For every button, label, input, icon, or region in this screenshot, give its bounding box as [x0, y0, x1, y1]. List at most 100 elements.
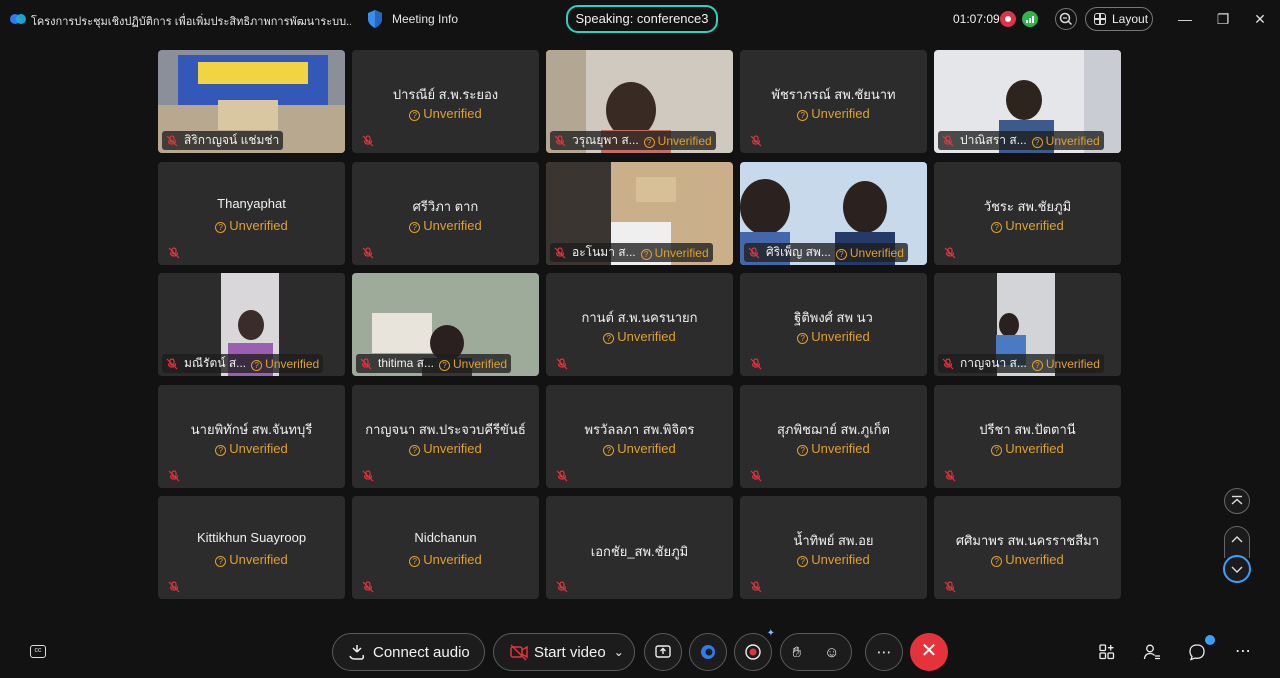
- muted-mic-icon: [168, 581, 180, 593]
- participant-name: ศรีวิภา ตาก: [412, 199, 479, 214]
- participant-name: วัชระ สพ.ชัยภูมิ: [983, 199, 1072, 214]
- participants-button[interactable]: [1142, 642, 1162, 662]
- participant-tile[interactable]: พรวัลลภา สพ.พิจิตร? Unverified: [546, 385, 733, 488]
- participant-label: thitima ส...? Unverified: [356, 354, 535, 373]
- question-icon: ?: [991, 222, 1003, 233]
- participant-tile[interactable]: Thanyaphat? Unverified: [158, 162, 345, 265]
- minimize-button[interactable]: —: [1174, 8, 1196, 30]
- question-icon: ?: [409, 556, 421, 567]
- raise-hand-icon[interactable]: ✋︎: [793, 644, 802, 661]
- unverified-label: Unverified: [265, 356, 320, 371]
- participant-tile[interactable]: ศศิมาพร สพ.นครราชสีมา? Unverified: [934, 496, 1121, 599]
- participant-tile[interactable]: พัชราภรณ์ สพ.ชัยนาท ? Unverified: [740, 50, 927, 153]
- network-status-icon[interactable]: [1022, 11, 1038, 27]
- search-button[interactable]: [1055, 8, 1077, 30]
- question-icon: ?: [409, 445, 421, 456]
- question-icon: ?: [1031, 359, 1043, 371]
- question-icon: ?: [640, 248, 652, 260]
- restore-button[interactable]: ❐: [1212, 8, 1234, 30]
- emoji-icon[interactable]: ☺: [824, 644, 839, 661]
- participant-tile[interactable]: กาญจนา ส...? Unverified: [934, 273, 1121, 376]
- unverified-label: Unverified: [229, 552, 288, 567]
- record-icon: [745, 644, 761, 660]
- shield-icon[interactable]: [366, 9, 384, 29]
- participant-tile[interactable]: นายพิทักษ์ สพ.จันทบุรี? Unverified: [158, 385, 345, 488]
- participant-label: ศิริเพ็ญ สพ...? Unverified: [744, 243, 923, 262]
- participant-tile[interactable]: ศรีวิภา ตาก? Unverified: [352, 162, 539, 265]
- muted-mic-icon: [554, 246, 566, 258]
- participant-name: กาญจนา ส...: [960, 356, 1027, 370]
- connect-audio-label: Connect audio: [373, 643, 470, 661]
- question-icon: ?: [215, 445, 227, 456]
- unverified-label: Unverified: [617, 441, 676, 456]
- question-icon: ?: [409, 110, 421, 121]
- muted-mic-icon: [750, 470, 762, 482]
- muted-mic-icon: [362, 581, 374, 593]
- meeting-info-button[interactable]: Meeting Info: [392, 12, 458, 26]
- unverified-label: Unverified: [423, 218, 482, 233]
- question-icon: ?: [251, 359, 263, 371]
- muted-mic-icon: [556, 358, 568, 370]
- unverified-label: Unverified: [453, 356, 508, 371]
- unverified-badge: ? Unverified: [740, 106, 927, 121]
- participant-name: ฐิติพงศ์ สพ นว: [794, 310, 873, 325]
- captions-button[interactable]: cc: [30, 645, 46, 658]
- muted-mic-icon: [944, 470, 956, 482]
- participant-tile[interactable]: Kittikhun Suayroop? Unverified: [158, 496, 345, 599]
- participant-name: Nidchanun: [414, 530, 477, 545]
- layout-button[interactable]: Layout: [1085, 7, 1153, 31]
- chat-button[interactable]: [1187, 642, 1207, 662]
- participant-tile[interactable]: ปาณิสรา ส...? Unverified: [934, 50, 1121, 153]
- question-icon: ?: [797, 110, 809, 121]
- record-button[interactable]: ✦: [734, 628, 775, 671]
- leave-meeting-button[interactable]: ✕: [910, 633, 948, 671]
- apps-button[interactable]: [1097, 642, 1117, 662]
- scroll-down-button[interactable]: [1223, 555, 1251, 583]
- more-panels-button[interactable]: ⋯: [1233, 642, 1253, 662]
- participant-tile[interactable]: กานต์ ส.พ.นครนายก? Unverified: [546, 273, 733, 376]
- unverified-badge: ? Unverified: [1031, 134, 1100, 148]
- more-options-button[interactable]: ⋯: [865, 633, 903, 671]
- participant-tile[interactable]: มณีรัตน์ ส...? Unverified: [158, 273, 345, 376]
- participant-tile[interactable]: ปารณีย์ ส.พ.ระยอง? Unverified: [352, 50, 539, 153]
- unverified-badge: ? Unverified: [352, 218, 539, 233]
- grid-icon: [1094, 13, 1106, 25]
- participant-tile[interactable]: กาญจนา สพ.ประจวบคีรีขันธ์? Unverified: [352, 385, 539, 488]
- meeting-title: โครงการประชุมเชิงปฏิบัติการ เพื่อเพิ่มปร…: [31, 16, 351, 28]
- participant-tile[interactable]: สุภพิชฌาย์ สพ.ภูเก็ต? Unverified: [740, 385, 927, 488]
- scroll-top-button[interactable]: [1224, 488, 1250, 514]
- unverified-badge: ? Unverified: [640, 246, 709, 260]
- ai-assistant-button[interactable]: [689, 633, 727, 671]
- participant-tile[interactable]: สิริกาญจน์ แช่มช่า: [158, 50, 345, 153]
- participant-tile[interactable]: ศิริเพ็ญ สพ...? Unverified: [740, 162, 927, 265]
- participant-tile[interactable]: น้ำทิพย์ สพ.อย? Unverified: [740, 496, 927, 599]
- muted-mic-icon: [944, 581, 956, 593]
- unverified-label: Unverified: [1005, 552, 1064, 567]
- scroll-up-button[interactable]: [1224, 526, 1250, 558]
- start-video-button[interactable]: Start video ⌄: [493, 633, 635, 671]
- connect-audio-button[interactable]: Connect audio: [332, 633, 485, 671]
- participant-tile[interactable]: อะโนมา ส...? Unverified: [546, 162, 733, 265]
- close-window-button[interactable]: ✕: [1249, 8, 1271, 30]
- active-speaker-indicator: Speaking: conference3: [566, 5, 718, 33]
- recording-icon[interactable]: [1000, 11, 1016, 27]
- participant-tile[interactable]: วรุณยุพา ส...? Unverified: [546, 50, 733, 153]
- participant-tile[interactable]: ปรีชา สพ.ปัตตานี? Unverified: [934, 385, 1121, 488]
- unverified-label: Unverified: [657, 133, 712, 148]
- close-icon: ✕: [920, 640, 938, 662]
- participant-tile[interactable]: thitima ส...? Unverified: [352, 273, 539, 376]
- chevron-down-icon[interactable]: ⌄: [614, 645, 624, 659]
- participant-name: พรวัลลภา สพ.พิจิตร: [584, 422, 695, 437]
- participant-tile[interactable]: เอกชัย_สพ.ชัยภูมิ: [546, 496, 733, 599]
- participant-tile[interactable]: ฐิติพงศ์ สพ นว? Unverified: [740, 273, 927, 376]
- unverified-badge: ? Unverified: [934, 218, 1121, 233]
- share-button[interactable]: [644, 633, 682, 671]
- question-icon: ?: [409, 222, 421, 233]
- participant-label: สิริกาญจน์ แช่มช่า: [162, 131, 341, 150]
- participant-name: Kittikhun Suayroop: [196, 530, 307, 545]
- unverified-label: Unverified: [1045, 356, 1100, 371]
- participant-name: พัชราภรณ์ สพ.ชัยนาท: [771, 87, 896, 102]
- participant-tile[interactable]: วัชระ สพ.ชัยภูมิ ? Unverified: [934, 162, 1121, 265]
- reactions-button[interactable]: ✋︎ ☺: [780, 633, 852, 671]
- participant-tile[interactable]: Nidchanun? Unverified: [352, 496, 539, 599]
